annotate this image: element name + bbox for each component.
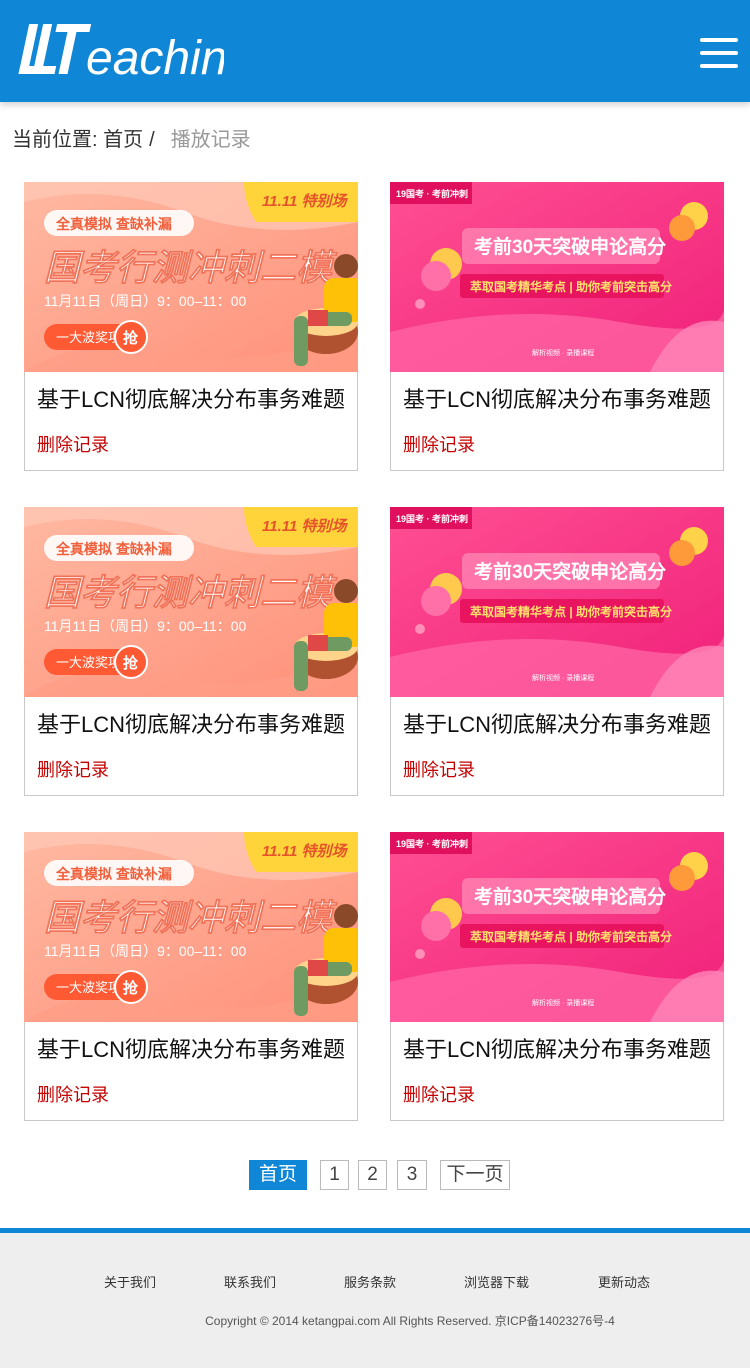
svg-text:一大波奖项: 一大波奖项 xyxy=(56,655,121,670)
lteaching-logo[interactable]: eaching xyxy=(14,20,224,86)
course-title[interactable]: 基于LCN彻底解决分布事务难题 xyxy=(403,710,711,740)
footer-link-browser-download[interactable]: 浏览器下载 xyxy=(464,1274,529,1292)
breadcrumb: 当前位置: 首页 / 播放记录 xyxy=(12,126,251,154)
delete-record-link[interactable]: 删除记录 xyxy=(403,433,475,457)
course-card[interactable]: 11.11 特别场 全真模拟 查缺补漏 国考行测冲刺二模 11月11日（周日）9… xyxy=(24,182,358,471)
delete-record-link[interactable]: 删除记录 xyxy=(403,1083,475,1107)
logo-text: eaching xyxy=(86,32,224,85)
course-title[interactable]: 基于LCN彻底解决分布事务难题 xyxy=(37,1035,345,1065)
pagination-page-3[interactable]: 3 xyxy=(397,1160,427,1190)
delete-record-link[interactable]: 删除记录 xyxy=(37,758,109,782)
svg-text:一大波奖项: 一大波奖项 xyxy=(56,330,121,345)
svg-text:国考行测冲刺二模: 国考行测冲刺二模 xyxy=(44,247,338,288)
svg-text:解析视频 · 录播课程: 解析视频 · 录播课程 xyxy=(532,673,594,682)
course-thumbnail[interactable]: 11.11 特别场 全真模拟 查缺补漏 国考行测冲刺二模 11月11日（周日）9… xyxy=(24,507,358,697)
footer-link-terms[interactable]: 服务条款 xyxy=(344,1274,396,1292)
pagination-page-1[interactable]: 1 xyxy=(320,1160,349,1190)
svg-text:萃取国考精华考点 | 助你考前突击高分: 萃取国考精华考点 | 助你考前突击高分 xyxy=(470,604,672,619)
top-header: eaching xyxy=(0,0,750,102)
svg-text:11.11 特别场: 11.11 特别场 xyxy=(262,843,348,860)
svg-text:全真模拟 查缺补漏: 全真模拟 查缺补漏 xyxy=(55,541,172,557)
svg-text:11月11日（周日）9：00–11：00: 11月11日（周日）9：00–11：00 xyxy=(44,293,247,309)
breadcrumb-separator: / xyxy=(149,129,155,151)
svg-text:考前30天突破申论高分: 考前30天突破申论高分 xyxy=(474,885,666,908)
svg-text:11.11 特别场: 11.11 特别场 xyxy=(262,193,348,210)
svg-text:解析视频 · 录播课程: 解析视频 · 录播课程 xyxy=(532,348,594,357)
svg-text:萃取国考精华考点 | 助你考前突击高分: 萃取国考精华考点 | 助你考前突击高分 xyxy=(470,279,672,294)
svg-text:国考行测冲刺二模: 国考行测冲刺二模 xyxy=(44,897,338,938)
breadcrumb-home-link[interactable]: 首页 xyxy=(103,129,143,151)
copyright-text: Copyright © 2014 ketangpai.com All Right… xyxy=(205,1314,615,1328)
course-card[interactable]: 11.11 特别场 全真模拟 查缺补漏 国考行测冲刺二模 11月11日（周日）9… xyxy=(24,832,358,1121)
delete-record-link[interactable]: 删除记录 xyxy=(37,433,109,457)
svg-text:考前30天突破申论高分: 考前30天突破申论高分 xyxy=(474,235,666,258)
svg-text:萃取国考精华考点 | 助你考前突击高分: 萃取国考精华考点 | 助你考前突击高分 xyxy=(470,929,672,944)
menu-icon[interactable] xyxy=(700,38,738,70)
course-title[interactable]: 基于LCN彻底解决分布事务难题 xyxy=(37,710,345,740)
footer-link-updates[interactable]: 更新动态 xyxy=(598,1274,650,1292)
course-card[interactable]: 11.11 特别场 全真模拟 查缺补漏 国考行测冲刺二模 11月11日（周日）9… xyxy=(24,507,358,796)
course-title[interactable]: 基于LCN彻底解决分布事务难题 xyxy=(403,385,711,415)
course-thumbnail[interactable]: 19国考 · 考前冲刺 考前30天突破申论高分 萃取国考精华考点 | 助你考前突… xyxy=(390,832,724,1022)
svg-text:11月11日（周日）9：00–11：00: 11月11日（周日）9：00–11：00 xyxy=(44,943,247,959)
svg-text:国考行测冲刺二模: 国考行测冲刺二模 xyxy=(44,572,338,613)
svg-text:一大波奖项: 一大波奖项 xyxy=(56,980,121,995)
course-thumbnail[interactable]: 19国考 · 考前冲刺 考前30天突破申论高分 萃取国考精华考点 | 助你考前突… xyxy=(390,182,724,372)
course-title[interactable]: 基于LCN彻底解决分布事务难题 xyxy=(403,1035,711,1065)
course-card[interactable]: 19国考 · 考前冲刺 考前30天突破申论高分 萃取国考精华考点 | 助你考前突… xyxy=(390,182,724,471)
svg-text:19国考 · 考前冲刺: 19国考 · 考前冲刺 xyxy=(396,188,468,199)
course-thumbnail[interactable]: 11.11 特别场 全真模拟 查缺补漏 国考行测冲刺二模 11月11日（周日）9… xyxy=(24,832,358,1022)
svg-text:19国考 · 考前冲刺: 19国考 · 考前冲刺 xyxy=(396,513,468,524)
breadcrumb-prefix: 当前位置: xyxy=(12,129,98,151)
breadcrumb-current: 播放记录 xyxy=(170,129,251,151)
svg-text:全真模拟 查缺补漏: 全真模拟 查缺补漏 xyxy=(55,866,172,882)
course-title[interactable]: 基于LCN彻底解决分布事务难题 xyxy=(37,385,345,415)
course-thumbnail[interactable]: 19国考 · 考前冲刺 考前30天突破申论高分 萃取国考精华考点 | 助你考前突… xyxy=(390,507,724,697)
pagination-first-button[interactable]: 首页 xyxy=(249,1160,307,1190)
svg-text:抢: 抢 xyxy=(123,329,139,347)
delete-record-link[interactable]: 删除记录 xyxy=(403,758,475,782)
pagination-page-2[interactable]: 2 xyxy=(358,1160,387,1190)
course-card[interactable]: 19国考 · 考前冲刺 考前30天突破申论高分 萃取国考精华考点 | 助你考前突… xyxy=(390,507,724,796)
svg-text:抢: 抢 xyxy=(123,654,139,672)
svg-text:11月11日（周日）9：00–11：00: 11月11日（周日）9：00–11：00 xyxy=(44,618,247,634)
svg-text:全真模拟 查缺补漏: 全真模拟 查缺补漏 xyxy=(55,216,172,232)
footer-link-contact[interactable]: 联系我们 xyxy=(224,1274,276,1292)
svg-text:考前30天突破申论高分: 考前30天突破申论高分 xyxy=(474,560,666,583)
course-thumbnail[interactable]: 11.11 特别场 全真模拟 查缺补漏 国考行测冲刺二模 11月11日（周日）9… xyxy=(24,182,358,372)
delete-record-link[interactable]: 删除记录 xyxy=(37,1083,109,1107)
course-card[interactable]: 19国考 · 考前冲刺 考前30天突破申论高分 萃取国考精华考点 | 助你考前突… xyxy=(390,832,724,1121)
svg-text:11.11 特别场: 11.11 特别场 xyxy=(262,518,348,535)
svg-text:19国考 · 考前冲刺: 19国考 · 考前冲刺 xyxy=(396,838,468,849)
pagination-next-button[interactable]: 下一页 xyxy=(440,1160,510,1190)
footer-link-about[interactable]: 关于我们 xyxy=(104,1274,156,1292)
svg-text:解析视频 · 录播课程: 解析视频 · 录播课程 xyxy=(532,998,594,1007)
svg-text:抢: 抢 xyxy=(123,979,139,997)
site-footer: 关于我们 联系我们 服务条款 浏览器下载 更新动态 Copyright © 20… xyxy=(0,1228,750,1368)
